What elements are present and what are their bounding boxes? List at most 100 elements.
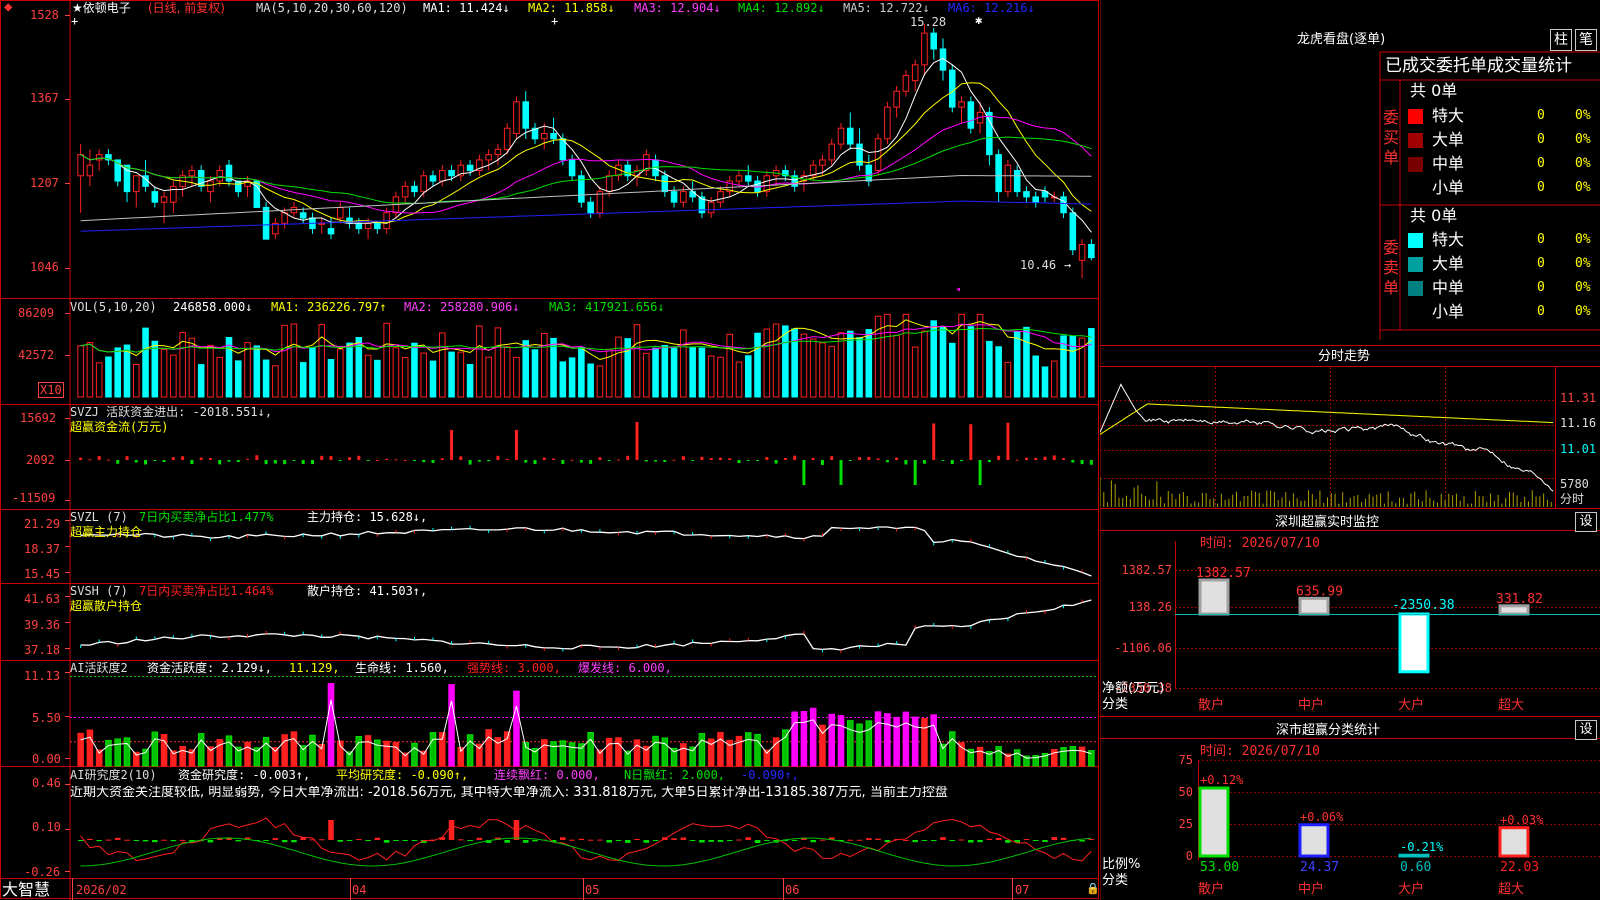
candle[interactable] (234, 180, 242, 193)
flow-bar[interactable] (338, 460, 342, 462)
activity-bar[interactable] (884, 713, 891, 767)
flow-bar[interactable] (116, 460, 120, 464)
activity-bar[interactable] (559, 740, 567, 767)
activity-bar[interactable] (782, 729, 789, 767)
flow-bar[interactable] (700, 456, 704, 460)
flow-bar[interactable] (496, 455, 500, 460)
candle[interactable] (170, 185, 177, 203)
kline-chart-svg[interactable]: ◂ (0, 0, 1100, 900)
volume-bar[interactable] (420, 352, 428, 398)
research-bar[interactable] (977, 840, 983, 843)
volume-bar[interactable] (550, 337, 557, 398)
volume-bar[interactable] (707, 355, 715, 398)
flow-bar[interactable] (125, 456, 129, 460)
flow-bar[interactable] (746, 460, 750, 461)
activity-bar[interactable] (244, 741, 251, 767)
candle[interactable] (160, 196, 168, 203)
research-bar[interactable] (949, 840, 956, 841)
flow-bar[interactable] (839, 460, 843, 485)
class-bar[interactable] (1198, 786, 1230, 858)
flow-bar[interactable] (459, 456, 463, 460)
research-bar[interactable] (764, 840, 770, 841)
research-bar[interactable] (1032, 840, 1039, 841)
research-bar[interactable] (133, 840, 140, 841)
volume-bar[interactable] (86, 342, 94, 398)
flow-bar[interactable] (283, 460, 287, 465)
flow-bar[interactable] (144, 460, 148, 465)
flow-bar[interactable] (524, 460, 528, 463)
research-bar[interactable] (476, 837, 483, 840)
candle[interactable] (485, 154, 492, 161)
activity-bar[interactable] (837, 715, 845, 767)
activity-bar[interactable] (744, 732, 752, 767)
flow-bar[interactable] (607, 460, 611, 461)
activity-bar[interactable] (791, 711, 798, 767)
activity-bar[interactable] (151, 731, 159, 767)
candle[interactable] (513, 101, 520, 135)
research-bar[interactable] (124, 839, 130, 841)
research-bar[interactable] (856, 839, 863, 841)
star-marker-icon[interactable]: ✱ (975, 13, 982, 27)
volume-bar[interactable] (364, 354, 372, 398)
activity-bar[interactable] (513, 690, 520, 767)
activity-bar[interactable] (735, 735, 743, 767)
research-bar[interactable] (708, 840, 714, 842)
flow-bar[interactable] (598, 457, 602, 460)
flow-bar[interactable] (802, 460, 806, 485)
candle[interactable] (216, 169, 224, 182)
volume-bar[interactable] (744, 355, 752, 398)
flow-bar[interactable] (357, 455, 361, 460)
candle[interactable] (596, 191, 604, 214)
research-bar[interactable] (717, 840, 724, 842)
research-bar[interactable] (819, 839, 826, 841)
volume-bar[interactable] (763, 328, 771, 398)
activity-bar[interactable] (448, 684, 455, 767)
activity-bar[interactable] (698, 733, 706, 767)
flow-bar[interactable] (765, 457, 769, 460)
flow-bar[interactable] (403, 459, 407, 461)
flow-bar[interactable] (672, 459, 676, 461)
volume-bar[interactable] (642, 352, 650, 398)
volume-bar[interactable] (939, 326, 947, 398)
flow-bar[interactable] (375, 459, 379, 461)
activity-bar[interactable] (540, 739, 548, 767)
activity-bar[interactable] (86, 729, 94, 767)
candle[interactable] (86, 164, 94, 177)
research-bar[interactable] (1051, 837, 1058, 840)
candle[interactable] (448, 169, 455, 177)
flow-bar[interactable] (505, 458, 509, 460)
volume-bar[interactable] (253, 345, 261, 398)
volume-bar[interactable] (680, 329, 687, 398)
volume-bar[interactable] (262, 359, 270, 398)
flow-bar[interactable] (310, 460, 314, 465)
volume-bar[interactable] (837, 332, 845, 398)
research-bar[interactable] (587, 839, 594, 841)
volume-bar[interactable] (1050, 360, 1058, 398)
research-bar[interactable] (1079, 840, 1085, 842)
flow-bar[interactable] (88, 459, 92, 461)
flow-bar[interactable] (97, 456, 101, 460)
research-bar[interactable] (689, 840, 696, 842)
research-bar[interactable] (921, 840, 928, 841)
activity-bar[interactable] (652, 735, 659, 767)
candle[interactable] (364, 222, 372, 230)
research-bar[interactable] (96, 840, 102, 842)
flow-bar[interactable] (218, 460, 222, 465)
activity-bar[interactable] (828, 713, 836, 767)
activity-bar[interactable] (105, 739, 112, 767)
flow-bar[interactable] (867, 456, 871, 460)
volume-bar[interactable] (828, 345, 836, 398)
research-bar[interactable] (207, 840, 214, 843)
volume-bar[interactable] (1013, 331, 1021, 398)
activity-bar[interactable] (874, 711, 882, 767)
volume-bar[interactable] (1041, 366, 1049, 398)
activity-bar[interactable] (197, 733, 205, 767)
research-bar[interactable] (448, 820, 455, 840)
research-bar[interactable] (411, 840, 418, 841)
activity-bar[interactable] (1060, 747, 1067, 767)
flow-bar[interactable] (1043, 456, 1047, 460)
activity-bar[interactable] (624, 750, 632, 767)
research-bar[interactable] (875, 838, 881, 840)
flow-bar[interactable] (208, 458, 212, 460)
activity-bar[interactable] (1069, 746, 1077, 767)
